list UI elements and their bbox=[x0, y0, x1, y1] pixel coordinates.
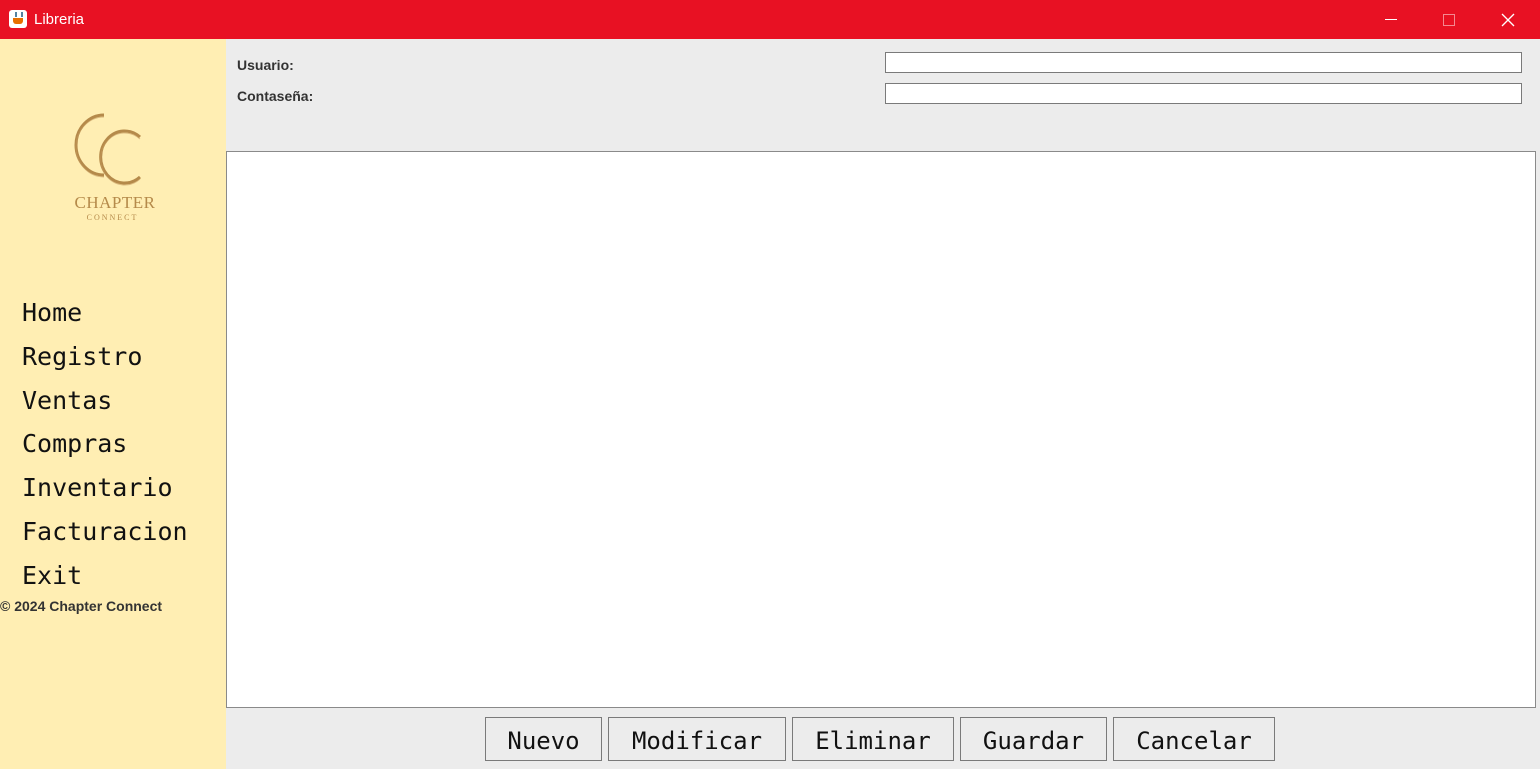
close-icon bbox=[1501, 13, 1515, 26]
usuario-input[interactable] bbox=[885, 52, 1522, 73]
contrasena-input[interactable] bbox=[885, 83, 1522, 104]
maximize-icon bbox=[1443, 13, 1455, 26]
guardar-button[interactable]: Guardar bbox=[960, 717, 1107, 761]
sidebar-item-registro[interactable]: Registro bbox=[22, 337, 188, 381]
sidebar-item-home[interactable]: Home bbox=[22, 293, 188, 337]
sidebar-nav: Home Registro Ventas Compras Inventario … bbox=[22, 293, 188, 600]
minimize-icon bbox=[1385, 19, 1397, 20]
cancelar-button[interactable]: Cancelar bbox=[1113, 717, 1275, 761]
sidebar-item-inventario[interactable]: Inventario bbox=[22, 468, 188, 512]
modificar-button[interactable]: Modificar bbox=[608, 717, 786, 761]
eliminar-button[interactable]: Eliminar bbox=[792, 717, 954, 761]
sidebar-item-ventas[interactable]: Ventas bbox=[22, 381, 188, 425]
logo-subtitle: CONNECT bbox=[86, 213, 139, 222]
action-bar: Nuevo Modificar Eliminar Guardar Cancela… bbox=[485, 717, 1275, 761]
logo-name: CHAPTER bbox=[74, 193, 156, 212]
logo-monogram bbox=[74, 113, 142, 186]
close-button[interactable] bbox=[1479, 0, 1537, 39]
nuevo-button[interactable]: Nuevo bbox=[485, 717, 602, 761]
window-title: Libreria bbox=[34, 11, 85, 28]
sidebar-item-compras[interactable]: Compras bbox=[22, 424, 188, 468]
sidebar-item-facturacion[interactable]: Facturacion bbox=[22, 512, 188, 556]
app-window: Libreria CHAPTER CONNECT Home Registro V… bbox=[0, 0, 1540, 769]
java-icon bbox=[9, 10, 27, 28]
sidebar: CHAPTER CONNECT Home Registro Ventas Com… bbox=[0, 39, 226, 769]
contrasena-label: Contaseña: bbox=[237, 88, 314, 104]
copyright-text: © 2024 Chapter Connect bbox=[0, 598, 163, 614]
content-panel[interactable] bbox=[226, 151, 1536, 708]
minimize-button[interactable] bbox=[1362, 0, 1420, 39]
chapter-connect-logo: CHAPTER CONNECT bbox=[60, 105, 170, 235]
usuario-label: Usuario: bbox=[237, 57, 294, 73]
sidebar-item-exit[interactable]: Exit bbox=[22, 556, 188, 600]
maximize-button[interactable] bbox=[1420, 0, 1478, 39]
title-bar[interactable]: Libreria bbox=[0, 0, 1540, 39]
